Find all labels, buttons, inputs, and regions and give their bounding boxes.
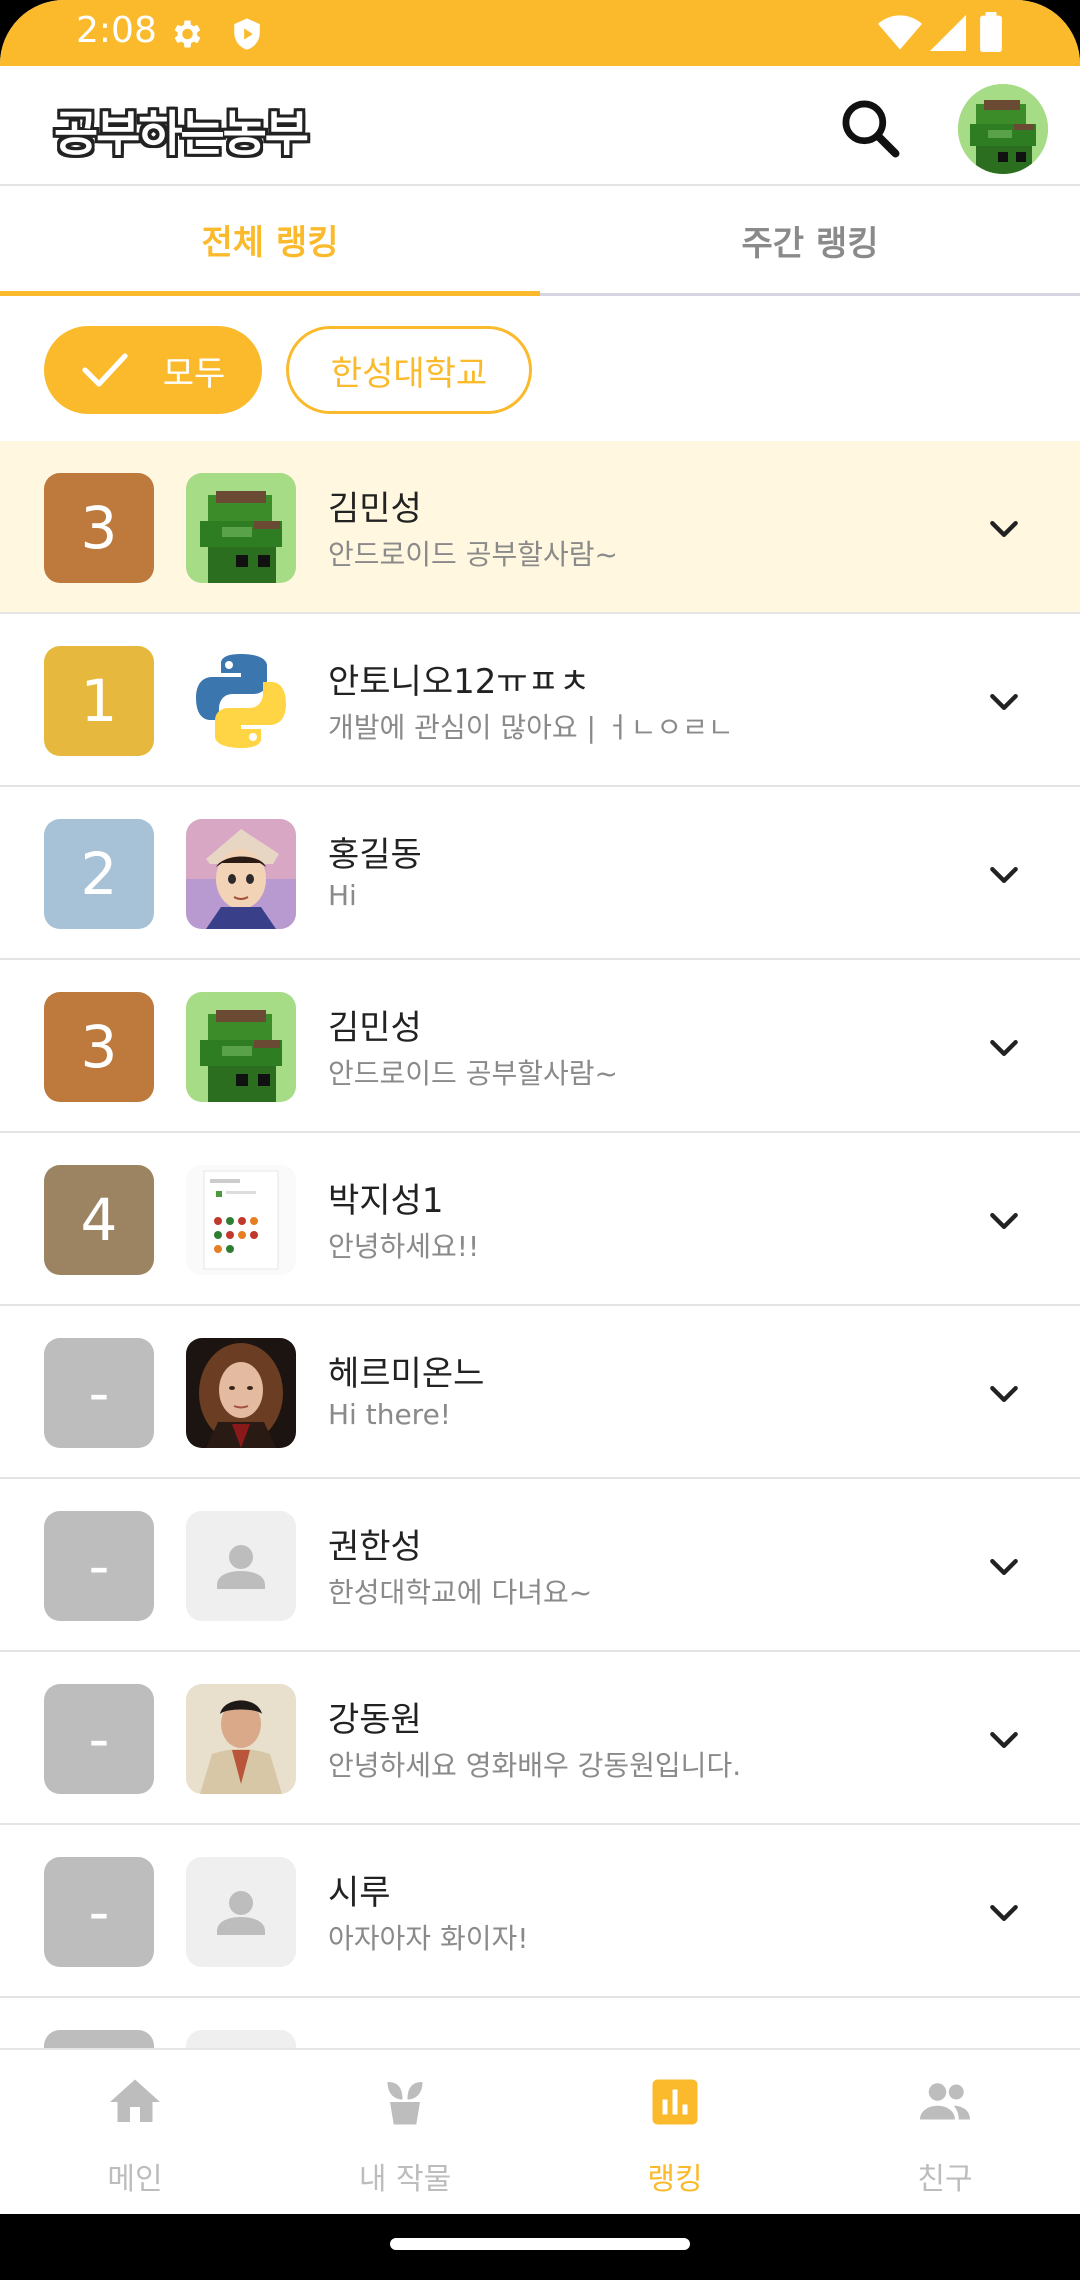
my-ranking-row[interactable]: 3 김민성안드로이드 공부할사람~ <box>0 441 1080 614</box>
user-name: 강동원 <box>328 1700 422 1740</box>
user-bio: 안드로이드 공부할사람~ <box>328 1057 618 1090</box>
user-bio: Hi there! <box>328 1398 452 1431</box>
sprout-icon <box>387 2082 423 2125</box>
user-avatar <box>186 992 296 1102</box>
nav-label-main: 메인 <box>107 2162 163 2197</box>
user-avatar <box>186 1511 296 1621</box>
nav-label-friends: 친구 <box>917 2162 973 2197</box>
rank-badge: - <box>44 1857 154 1967</box>
user-bio: 개발에 관심이 많아요 | ㅓㄴㅇㄹㄴ <box>328 711 734 744</box>
user-avatar <box>186 1338 296 1448</box>
gesture-handle[interactable] <box>390 2238 690 2250</box>
user-bio: 안녕하세요!! <box>328 1230 480 1263</box>
rank-badge: - <box>44 1684 154 1794</box>
user-avatar <box>186 1165 296 1275</box>
rank-badge: 1 <box>44 646 154 756</box>
filter-chip-all[interactable]: 모두 <box>44 326 262 414</box>
nav-item-friends[interactable]: 친구 <box>810 2050 1080 2216</box>
rank-badge: - <box>44 1511 154 1621</box>
tab-overall-ranking[interactable]: 전체 랭킹 <box>0 188 540 296</box>
ranking-row[interactable]: - 권한성한성대학교에 다녀요~ <box>0 1479 1080 1652</box>
user-bio: 안녕하세요 영화배우 강동원입니다. <box>328 1749 742 1782</box>
user-avatar <box>186 1684 296 1794</box>
status-bar: 2:08 <box>0 0 1080 66</box>
profile-avatar[interactable] <box>958 84 1048 174</box>
chevron-down-icon[interactable] <box>984 1374 1024 1414</box>
ranking-tabs: 전체 랭킹 주간 랭킹 <box>0 188 1080 296</box>
tab-weekly-ranking[interactable]: 주간 랭킹 <box>540 188 1080 296</box>
filter-chip-school[interactable]: 한성대학교 <box>286 326 532 414</box>
chevron-down-icon[interactable] <box>984 682 1024 722</box>
search-icon[interactable] <box>836 94 904 162</box>
chevron-down-icon[interactable] <box>984 509 1024 549</box>
check-icon <box>82 353 128 387</box>
user-avatar <box>186 646 296 756</box>
user-name: 김민성 <box>328 1008 422 1048</box>
user-bio: 안드로이드 공부할사람~ <box>328 538 618 571</box>
chevron-down-icon[interactable] <box>984 1547 1024 1587</box>
ranking-row[interactable]: - 시루아자아자 화이자! <box>0 1825 1080 1998</box>
filter-chip-all-label: 모두 <box>162 353 226 394</box>
app-logo: 공부하는농부 <box>54 106 309 162</box>
rank-badge: 2 <box>44 819 154 929</box>
status-time: 2:08 <box>76 10 157 51</box>
user-avatar <box>186 819 296 929</box>
chevron-down-icon[interactable] <box>984 1028 1024 1068</box>
user-name: 안토니오12ㅠㅍㅊ <box>328 662 591 702</box>
nav-label-ranking: 랭킹 <box>647 2162 703 2197</box>
chevron-down-icon[interactable] <box>984 1893 1024 1933</box>
user-bio: 한성대학교에 다녀요~ <box>328 1576 593 1609</box>
rank-badge: - <box>44 1338 154 1448</box>
user-name: 박지성1 <box>328 1181 444 1221</box>
gesture-bar <box>0 2214 1080 2280</box>
user-name: 헤르미온느 <box>328 1354 485 1394</box>
ranking-list: 3 김민성 안드로이드 공부할사람~ 1 안토니오12ㅠㅍㅊ 개발에 관심이 많아요 | … <box>0 441 1080 2171</box>
nav-label-my-crops: 내 작물 <box>358 2162 452 2197</box>
signal-icon <box>930 15 966 51</box>
ranking-row[interactable]: - 강동원안녕하세요 영화배우 강동원입니다. <box>0 1652 1080 1825</box>
rank-badge: 3 <box>44 992 154 1102</box>
app-screen: 2:08 공부하는농부 전체 랭킹 주간 랭킹 모두 한성대학교 3 김민성 안… <box>0 0 1080 2280</box>
ranking-row[interactable]: 1 안토니오12ㅠㅍㅊ 개발에 관심이 많아요 | ㅓㄴㅇㄹㄴ <box>0 614 1080 787</box>
chevron-down-icon[interactable] <box>984 1720 1024 1760</box>
user-name: 시루 <box>328 1873 391 1913</box>
chevron-down-icon[interactable] <box>984 1201 1024 1241</box>
user-avatar <box>186 1857 296 1967</box>
user-name: 권한성 <box>328 1527 422 1567</box>
user-bio: 아자아자 화이자! <box>328 1922 529 1955</box>
wifi-icon <box>878 15 922 50</box>
user-bio: Hi <box>328 879 357 912</box>
filter-chip-school-label: 한성대학교 <box>330 353 488 394</box>
chevron-down-icon[interactable] <box>984 855 1024 895</box>
nav-item-my-crops[interactable]: 내 작물 <box>270 2050 540 2216</box>
ranking-row[interactable]: 3 김민성안드로이드 공부할사람~ <box>0 960 1080 1133</box>
pixel-sprite-icon <box>958 84 1048 174</box>
ranking-row[interactable]: 4 박지성1 안녕하세요!! <box>0 1133 1080 1306</box>
rank-badge: 3 <box>44 473 154 583</box>
user-avatar <box>186 473 296 583</box>
battery-icon <box>980 12 1002 52</box>
ranking-chart-icon <box>652 2079 698 2125</box>
nav-item-main[interactable]: 메인 <box>0 2050 270 2216</box>
nav-item-ranking[interactable]: 랭킹 <box>540 2050 810 2216</box>
ranking-row[interactable]: - 헤르미온느 Hi there! <box>0 1306 1080 1479</box>
ranking-row[interactable]: 2 홍길동 Hi <box>0 787 1080 960</box>
settings-icon <box>174 20 201 48</box>
shield-icon <box>234 18 260 50</box>
app-bar: 공부하는농부 <box>0 66 1080 186</box>
rank-badge: 4 <box>44 1165 154 1275</box>
home-icon <box>110 2079 160 2122</box>
friends-icon <box>920 2083 970 2120</box>
user-name: 홍길동 <box>328 835 422 875</box>
bottom-navigation: 메인 내 작물 랭킹 친구 <box>0 2048 1080 2214</box>
user-name: 김민성 <box>328 489 422 529</box>
